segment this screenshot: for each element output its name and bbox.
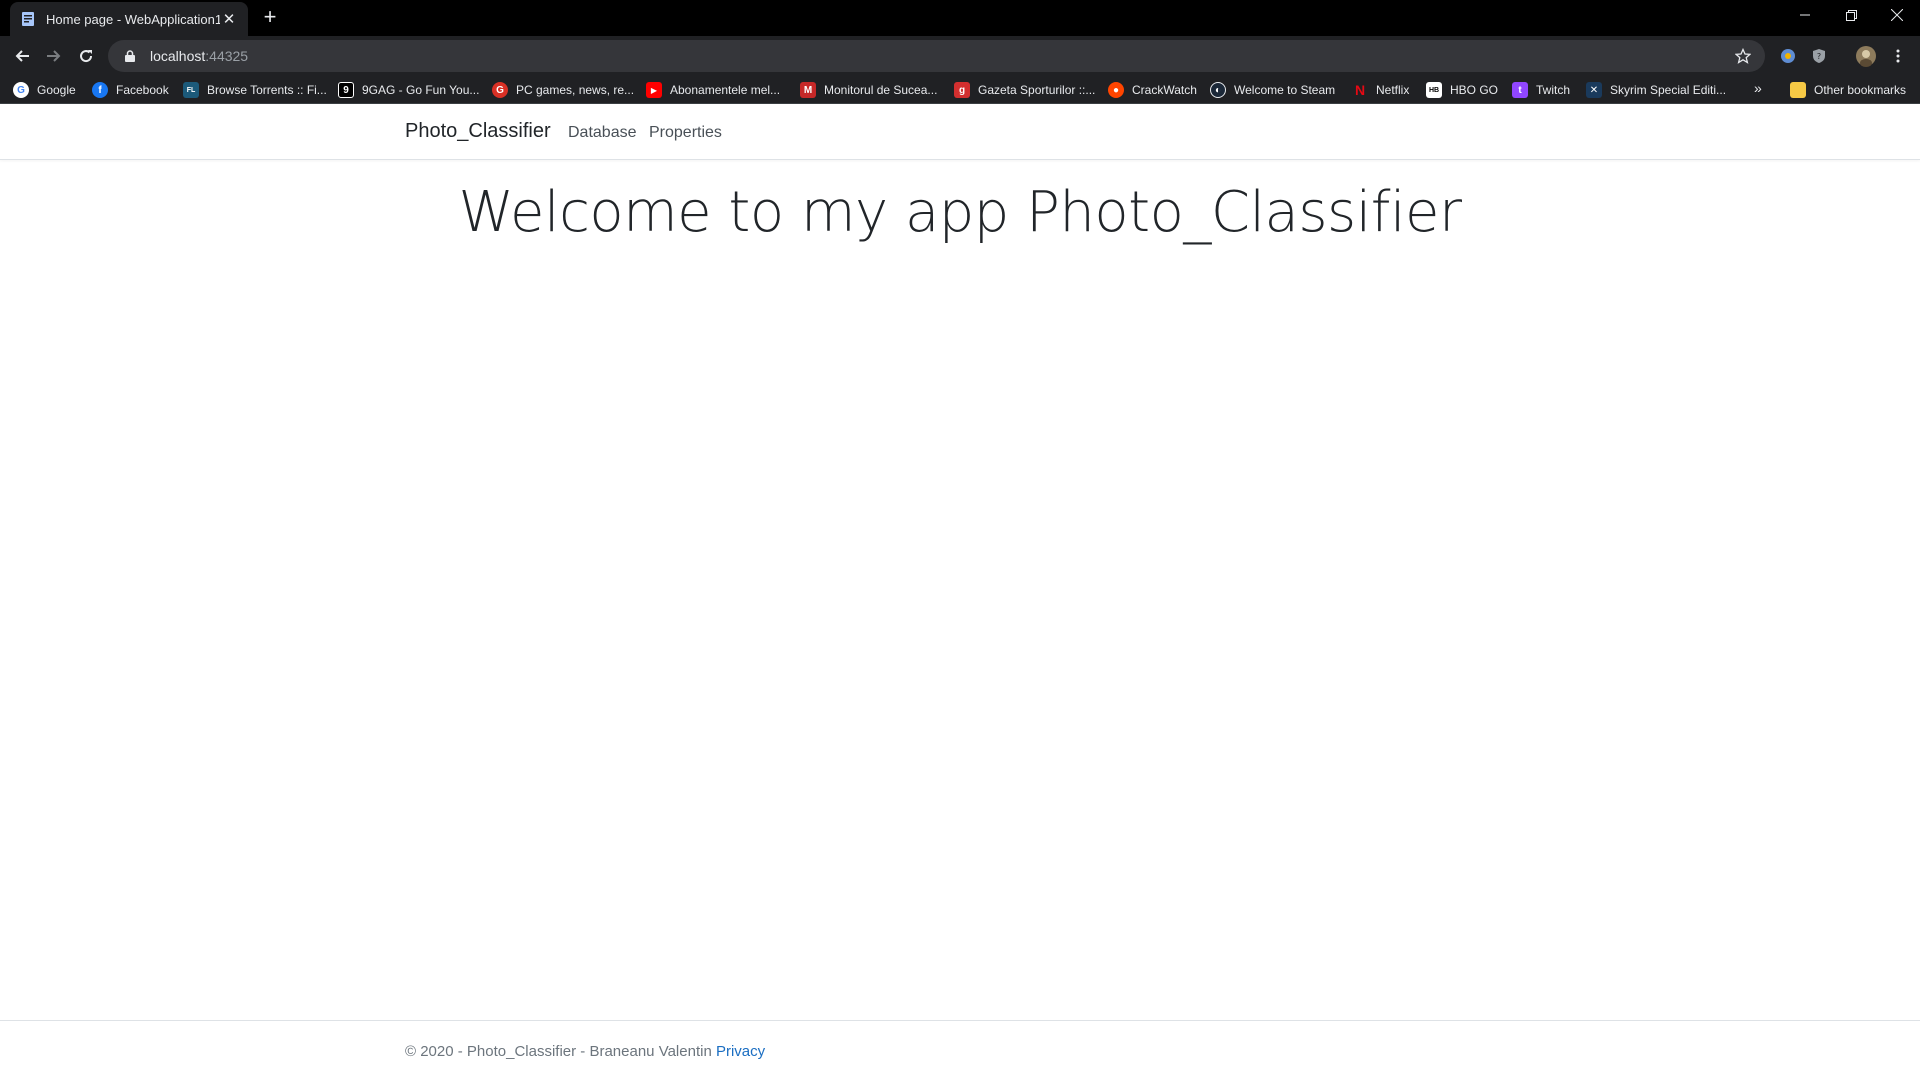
privacy-link[interactable]: Privacy (716, 1043, 765, 1060)
app-brand-link[interactable]: Photo_Classifier (405, 120, 551, 143)
reload-icon[interactable] (72, 42, 100, 70)
restore-icon[interactable] (1828, 0, 1874, 30)
bookmark-label: Netflix (1376, 83, 1410, 97)
bookmark-label: Browse Torrents :: Fi... (207, 83, 327, 97)
bookmark-other[interactable]: Other bookmarks (1790, 80, 1906, 100)
bookmark-facebook[interactable]: f Facebook (92, 80, 169, 100)
bookmark-label: Monitorul de Sucea... (824, 83, 938, 97)
bookmark-star-icon[interactable] (1733, 46, 1753, 66)
bookmark-crackwatch[interactable]: ● CrackWatch (1108, 80, 1197, 100)
tab-title: Home page - WebApplication1 (46, 11, 220, 27)
google-icon: G (13, 82, 29, 98)
page-title: Welcome to my app Photo_Classifier (458, 180, 1462, 245)
nav-properties-link[interactable]: Properties (649, 124, 722, 142)
shield-extension-icon[interactable]: ? (1807, 44, 1831, 68)
bookmark-label: Abonamentele mel... (670, 83, 781, 97)
bookmark-label: HBO GO (1450, 83, 1499, 97)
bookmark-label: Gazeta Sporturilor ::... (978, 83, 1096, 97)
url-host: localhost (150, 48, 206, 64)
gazeta-icon: g (954, 82, 970, 98)
lock-icon[interactable] (122, 48, 138, 64)
address-bar[interactable]: localhost:44325 (108, 40, 1765, 72)
bookmark-label: Twitch (1536, 83, 1571, 97)
bookmark-label: Skyrim Special Editi... (1610, 83, 1727, 97)
page-icon (20, 11, 36, 27)
footer-text: © 2020 - Photo_Classifier - Braneanu Val… (405, 1043, 765, 1060)
profile-avatar-icon[interactable] (1854, 44, 1878, 68)
menu-dots-icon[interactable] (1886, 44, 1910, 68)
bookmark-label: PC games, news, re... (516, 83, 635, 97)
netflix-icon: N (1354, 82, 1366, 98)
bookmark-pcgames[interactable]: G PC games, news, re... (492, 80, 634, 100)
forward-icon[interactable] (40, 42, 68, 70)
nav-database-link[interactable]: Database (568, 124, 637, 142)
steam-icon: ◐ (1210, 82, 1226, 98)
bookmark-label: Welcome to Steam (1234, 83, 1336, 97)
bookmark-google[interactable]: G Google (13, 80, 76, 100)
copyright-text: © 2020 - Photo_Classifier - Braneanu Val… (405, 1043, 716, 1060)
bookmark-hbogo[interactable]: HB HBO GO (1426, 80, 1498, 100)
youtube-icon: ▶ (646, 82, 662, 98)
app-navbar: Photo_Classifier Database Properties (0, 104, 1920, 160)
more-bookmarks-icon[interactable]: » (1754, 80, 1762, 96)
new-tab-button[interactable]: + (258, 6, 282, 30)
svg-text:?: ? (1817, 52, 1821, 61)
facebook-icon: f (92, 82, 108, 98)
bookmark-label: 9GAG - Go Fun You... (362, 83, 480, 97)
footer: © 2020 - Photo_Classifier - Braneanu Val… (0, 1020, 1920, 1080)
hbogo-icon: HB (1426, 82, 1442, 98)
bookmark-twitch[interactable]: t Twitch (1512, 80, 1570, 100)
close-tab-icon[interactable]: ✕ (220, 10, 238, 28)
monitorul-icon: M (800, 82, 816, 98)
minimize-icon[interactable] (1782, 0, 1828, 30)
filelist-icon: FL (183, 82, 199, 98)
page-content: Photo_Classifier Database Properties Wel… (0, 104, 1920, 1080)
other-bookmarks-label: Other bookmarks (1814, 83, 1907, 97)
bookmark-9gag[interactable]: 9 9GAG - Go Fun You... (338, 80, 479, 100)
bookmark-steam[interactable]: ◐ Welcome to Steam (1210, 80, 1335, 100)
bookmark-label: Facebook (116, 83, 169, 97)
tab-strip: Home page - WebApplication1 ✕ + (0, 0, 1920, 36)
twitch-icon: t (1512, 82, 1528, 98)
bookmarks-bar: G Google f Facebook FL Browse Torrents :… (0, 76, 1920, 104)
bookmark-filelist[interactable]: FL Browse Torrents :: Fi... (183, 80, 327, 100)
9gag-icon: 9 (338, 82, 354, 98)
bookmark-youtube[interactable]: ▶ Abonamentele mel... (646, 80, 780, 100)
skyrim-icon: ✕ (1586, 82, 1602, 98)
bookmark-netflix[interactable]: N Netflix (1352, 80, 1409, 100)
browser-tab[interactable]: Home page - WebApplication1 ✕ (10, 2, 248, 36)
url-port: :44325 (205, 48, 249, 64)
bookmark-label: Google (37, 83, 76, 97)
window-close-icon[interactable] (1874, 0, 1920, 30)
pcgames-icon: G (492, 82, 508, 98)
bookmark-monitorul[interactable]: M Monitorul de Sucea... (800, 80, 937, 100)
browser-toolbar: localhost:44325 ? (0, 36, 1920, 76)
bookmark-gazeta[interactable]: g Gazeta Sporturilor ::... (954, 80, 1095, 100)
extension-icon[interactable] (1776, 44, 1800, 68)
reddit-icon: ● (1108, 82, 1124, 98)
back-icon[interactable] (8, 42, 36, 70)
bookmark-label: CrackWatch (1132, 83, 1197, 97)
folder-icon (1790, 82, 1806, 98)
bookmark-skyrim[interactable]: ✕ Skyrim Special Editi... (1586, 80, 1726, 100)
